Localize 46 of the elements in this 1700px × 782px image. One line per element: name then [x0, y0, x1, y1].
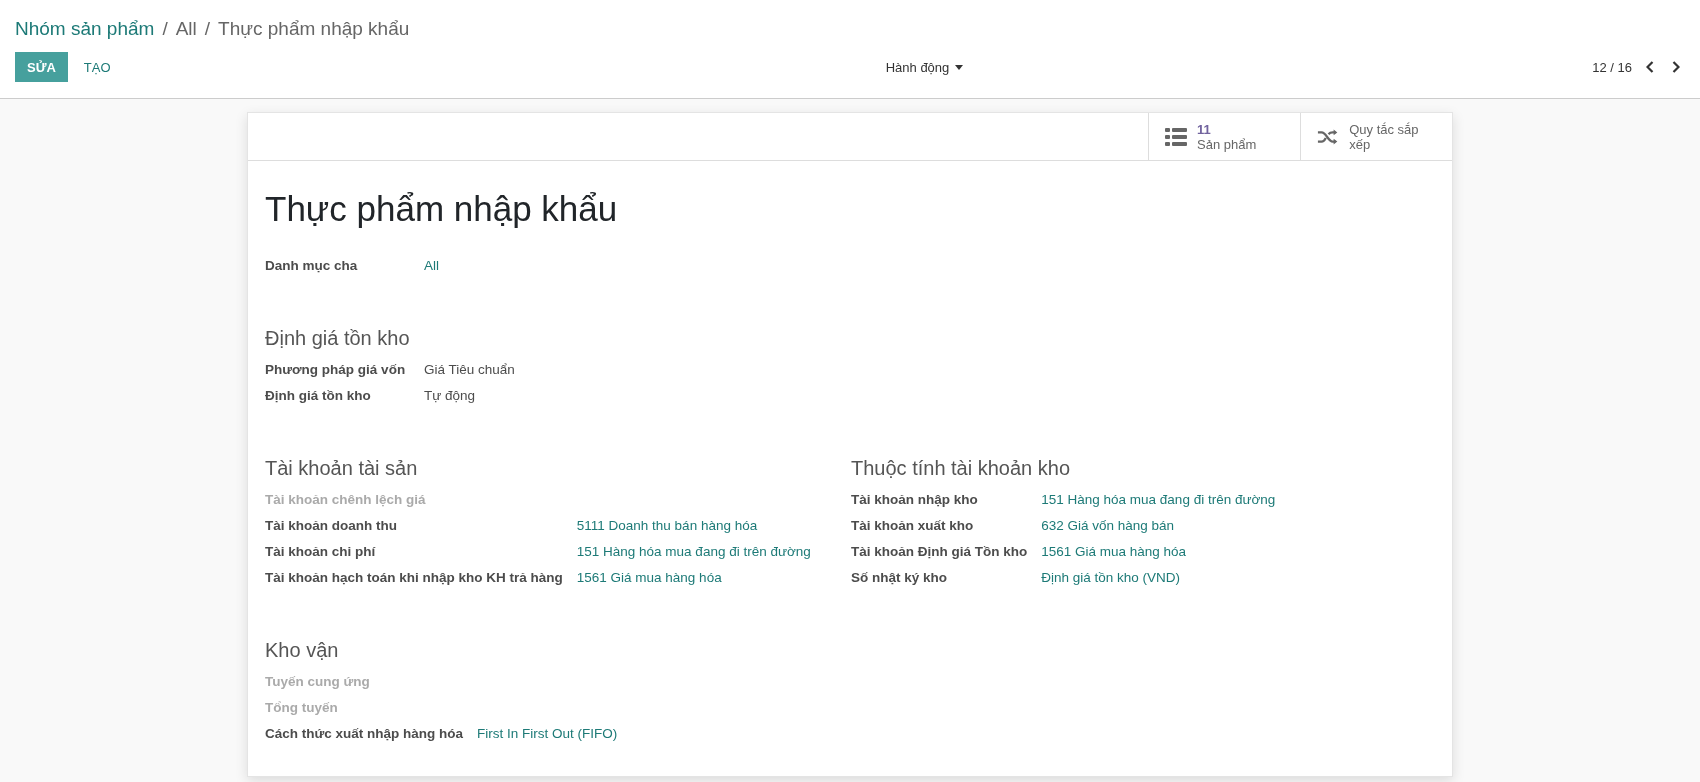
- pager-counter[interactable]: 12 / 16: [1592, 59, 1632, 75]
- record-title: Thực phẩm nhập khẩu: [265, 189, 619, 229]
- section-heading: Tài khoản tài sản: [265, 457, 419, 480]
- breadcrumb-item: All: [175, 18, 197, 40]
- field-label: Tổng tuyến: [265, 699, 339, 717]
- edit-button[interactable]: SỬA: [15, 52, 68, 82]
- caret-icon: [955, 64, 964, 70]
- field-label: Định giá tồn kho: [265, 387, 372, 405]
- list-icon: [1165, 127, 1187, 146]
- shuffle-icon: [1317, 127, 1340, 146]
- field-link[interactable]: 5111 Doanh thu bán hàng hóa: [576, 517, 851, 535]
- section-heading: Thuộc tính tài khoản kho: [851, 457, 1072, 480]
- field-link[interactable]: Định giá tồn kho (VND): [1041, 569, 1435, 587]
- chevron-right-icon: [1672, 61, 1680, 73]
- section-heading: Kho vận: [265, 639, 340, 662]
- field-label: Cách thức xuất nhập hàng hóa: [265, 725, 464, 743]
- field-label: Tài khoản chi phí: [265, 543, 377, 561]
- field-link[interactable]: 1561 Giá mua hàng hóa: [1041, 543, 1435, 561]
- field-label: Tài khoản chênh lệch giá: [265, 491, 427, 509]
- field-link[interactable]: 151 Hàng hóa mua đang đi trên đường: [1041, 491, 1435, 509]
- field-link[interactable]: First In First Out (FIFO): [477, 725, 851, 743]
- field-label: Tài khoản nhập kho: [851, 491, 979, 509]
- field-label: Tài khoản Định giá Tồn kho: [851, 543, 1028, 561]
- field-label: Số nhật ký kho: [851, 569, 949, 587]
- create-button[interactable]: TẠO: [71, 52, 123, 82]
- field-label: Danh mục cha: [265, 257, 359, 275]
- field-value: Giá Tiêu chuẩn: [424, 361, 516, 379]
- field-label: Tài khoản doanh thu: [265, 517, 398, 535]
- chevron-left-icon: [1646, 61, 1654, 73]
- breadcrumb-separator: /: [204, 18, 211, 40]
- breadcrumb-link[interactable]: Nhóm sản phẩm: [15, 18, 155, 40]
- field-link[interactable]: 151 Hàng hóa mua đang đi trên đường: [576, 543, 851, 561]
- action-dropdown[interactable]: Hành động: [879, 58, 970, 76]
- smart-button[interactable]: Quy tắc sắp xếp: [1300, 113, 1452, 160]
- breadcrumb-item: Thực phẩm nhập khẩu: [218, 18, 410, 40]
- field-value: Tự động: [424, 387, 477, 405]
- field-link[interactable]: 632 Giá vốn hàng bán: [1041, 517, 1435, 535]
- field-label: Tài khoản xuất kho: [851, 517, 975, 535]
- field-label: Tuyến cung ứng: [265, 673, 371, 691]
- field-link[interactable]: All: [424, 257, 1435, 275]
- field-label: Phương pháp giá vốn: [265, 361, 407, 379]
- breadcrumb-separator: /: [162, 18, 168, 40]
- smart-button[interactable]: 11 Sản phẩm: [1148, 113, 1300, 160]
- field-label: Tài khoản hạch toán khi nhập kho KH trả hàng: [265, 569, 563, 587]
- section-heading: Định giá tồn kho: [265, 327, 411, 350]
- field-link[interactable]: 1561 Giá mua hàng hóa: [576, 569, 851, 587]
